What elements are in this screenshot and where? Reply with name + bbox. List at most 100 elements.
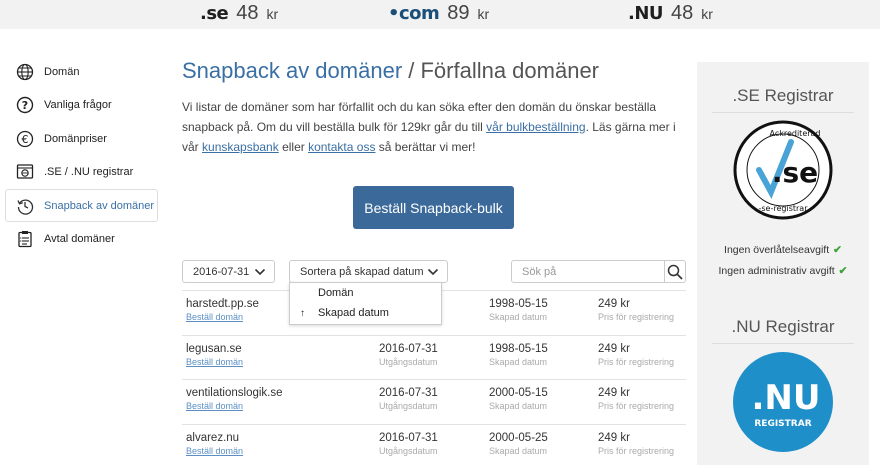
domain-name: ventilationslogik.se bbox=[186, 387, 283, 399]
question-icon: ? bbox=[16, 96, 34, 114]
tld-nu-label: .NU bbox=[628, 3, 664, 24]
nu-registrar-title: .NU Registrar bbox=[712, 317, 854, 344]
se-accredited-badge: .se Ackrediterad -se-registrar bbox=[733, 120, 833, 220]
svg-text:?: ? bbox=[22, 99, 28, 112]
intro-part: eller bbox=[278, 140, 309, 154]
sidebar-item-registrar[interactable]: .SE / .NU registrar bbox=[5, 156, 158, 189]
price-value: 249 kr bbox=[598, 298, 630, 310]
nu-logo-sub-text: REGISTRAR bbox=[754, 419, 811, 429]
se-logo-text: .se bbox=[772, 156, 818, 189]
se-logo-top-text: Ackrediterad bbox=[769, 129, 820, 138]
search-icon bbox=[667, 264, 683, 280]
sidebar-item-agreements[interactable]: Avtal domäner bbox=[5, 223, 158, 256]
price-label: Pris för registrering bbox=[598, 445, 675, 456]
price-cell: 249 kr Pris för registrering bbox=[598, 343, 674, 367]
search-box bbox=[511, 260, 686, 283]
sort-option-label: Domän bbox=[318, 287, 354, 299]
svg-text:€: € bbox=[22, 133, 29, 146]
tld-se-label: .se bbox=[200, 3, 229, 24]
feature-no-admin-fee: Ingen administrativ avgift ✔ bbox=[697, 265, 869, 277]
filter-controls: 2016-07-31 Sortera på skapad datum bbox=[182, 260, 686, 284]
expire-label: Utgångsdatum bbox=[379, 356, 438, 367]
registrar-panel: .SE Registrar .se Ackrediterad -se-regis… bbox=[697, 62, 869, 465]
bulk-order-link[interactable]: vår bulkbeställning bbox=[486, 120, 585, 134]
feature-no-transfer-fee: Ingen överlåtelseavgift ✔ bbox=[697, 244, 869, 256]
domain-cell: harstedt.pp.se Beställ domän bbox=[186, 298, 259, 322]
feature-label: Ingen överlåtelseavgift bbox=[724, 244, 830, 256]
domain-cell: alvarez.nu Beställ domän bbox=[186, 432, 243, 456]
sort-select[interactable]: Sortera på skapad datum bbox=[289, 260, 448, 283]
sort-dropdown-menu: Domän ↑ Skapad datum bbox=[289, 282, 442, 325]
sidebar-item-label: Domänpriser bbox=[44, 132, 107, 145]
se-logo-bottom-text: -se-registrar bbox=[759, 204, 809, 213]
expire-label: Utgångsdatum bbox=[379, 445, 438, 456]
sidebar-item-domain[interactable]: Domän bbox=[5, 55, 158, 88]
euro-icon: € bbox=[16, 130, 34, 148]
date-select[interactable]: 2016-07-31 bbox=[182, 260, 275, 283]
intro-text: Vi listar de domäner som har förfallit o… bbox=[182, 97, 686, 157]
contact-link[interactable]: kontakta oss bbox=[308, 140, 375, 154]
price-unit: kr bbox=[477, 6, 490, 22]
search-input[interactable] bbox=[512, 261, 664, 282]
expire-cell: 2016-07-31 Utgångsdatum bbox=[379, 387, 438, 411]
created-label: Skapad datum bbox=[489, 445, 548, 456]
sidebar-item-label: Snapback av domäner bbox=[44, 199, 155, 212]
created-date: 1998-05-15 bbox=[489, 298, 548, 310]
price-cell: 249 kr Pris för registrering bbox=[598, 387, 674, 411]
sidebar-item-prices[interactable]: € Domänpriser bbox=[5, 122, 158, 155]
price-nu: .NU 48 kr bbox=[628, 2, 713, 25]
price-amount: 48 bbox=[671, 2, 694, 24]
chevron-down-icon bbox=[254, 268, 266, 276]
price-value: 249 kr bbox=[598, 431, 630, 444]
nu-logo-text: .NU bbox=[752, 378, 821, 418]
price-label: Pris för registrering bbox=[598, 356, 675, 367]
created-date: 1998-05-15 bbox=[489, 342, 548, 355]
main-content: Snapback av domäner / Förfallna domäner … bbox=[182, 58, 686, 456]
tld-com-label: •com bbox=[388, 3, 440, 24]
sidebar-item-label: Avtal domäner bbox=[44, 233, 115, 245]
order-domain-link[interactable]: Beställ domän bbox=[186, 312, 259, 322]
price-cell: 249 kr Pris för registrering bbox=[598, 432, 674, 456]
check-icon: ✔ bbox=[838, 265, 848, 277]
intro-part: så berättar vi mer! bbox=[375, 140, 476, 154]
sort-select-value: Sortera på skapad datum bbox=[300, 265, 424, 278]
sidebar-item-snapback[interactable]: Snapback av domäner bbox=[5, 189, 158, 222]
nu-registrar-badge: .NU REGISTRAR bbox=[733, 352, 833, 452]
price-bar: .se 48 kr •com 89 kr .NU 48 kr bbox=[0, 0, 880, 29]
price-value: 249 kr bbox=[598, 342, 630, 355]
created-cell: 2000-05-15 Skapad datum bbox=[489, 387, 548, 411]
domain-cell: legusan.se Beställ domän bbox=[186, 343, 243, 367]
sidebar-item-label: Vanliga frågor bbox=[44, 99, 112, 111]
price-cell: 249 kr Pris för registrering bbox=[598, 298, 674, 322]
knowledge-base-link[interactable]: kunskapsbank bbox=[202, 140, 279, 154]
price-amount: 89 bbox=[447, 2, 470, 24]
order-snapback-bulk-button[interactable]: Beställ Snapback-bulk bbox=[353, 186, 514, 229]
created-date: 2000-05-25 bbox=[489, 431, 548, 444]
page-title-accent: Snapback av domäner bbox=[182, 58, 403, 83]
created-label: Skapad datum bbox=[489, 401, 548, 411]
domain-cell: ventilationslogik.se Beställ domän bbox=[186, 387, 283, 411]
order-domain-link[interactable]: Beställ domän bbox=[186, 357, 243, 367]
sort-option-domain[interactable]: Domän bbox=[290, 283, 441, 303]
sort-option-created[interactable]: ↑ Skapad datum bbox=[290, 303, 441, 323]
price-label: Pris för registrering bbox=[598, 312, 675, 322]
sort-option-label: Skapad datum bbox=[318, 307, 389, 319]
sidebar-item-faq[interactable]: ? Vanliga frågor bbox=[5, 89, 158, 122]
created-label: Skapad datum bbox=[489, 312, 548, 322]
order-domain-link[interactable]: Beställ domän bbox=[186, 446, 243, 456]
arrow-up-icon: ↑ bbox=[300, 307, 305, 319]
order-domain-link[interactable]: Beställ domän bbox=[186, 401, 283, 411]
table-row: alvarez.nu Beställ domän 2016-07-31 Utgång… bbox=[182, 423, 686, 465]
table-row: ventilationslogik.se Beställ domän 2016-0… bbox=[182, 379, 686, 424]
sidebar-item-label: Domän bbox=[44, 65, 80, 78]
globe-icon bbox=[16, 63, 34, 81]
sidebar-nav: Domän ? Vanliga frågor € Domänpriser .SE… bbox=[5, 55, 158, 256]
expire-label: Utgångsdatum bbox=[379, 401, 438, 411]
expire-date: 2016-07-31 bbox=[379, 387, 438, 399]
price-se: .se 48 kr bbox=[200, 2, 278, 25]
expire-cell: 2016-07-31 Utgångsdatum bbox=[379, 343, 438, 367]
chevron-down-icon bbox=[427, 268, 439, 276]
created-cell: 1998-05-15 Skapad datum bbox=[489, 298, 548, 322]
search-button[interactable] bbox=[664, 261, 685, 282]
created-date: 2000-05-15 bbox=[489, 387, 548, 399]
